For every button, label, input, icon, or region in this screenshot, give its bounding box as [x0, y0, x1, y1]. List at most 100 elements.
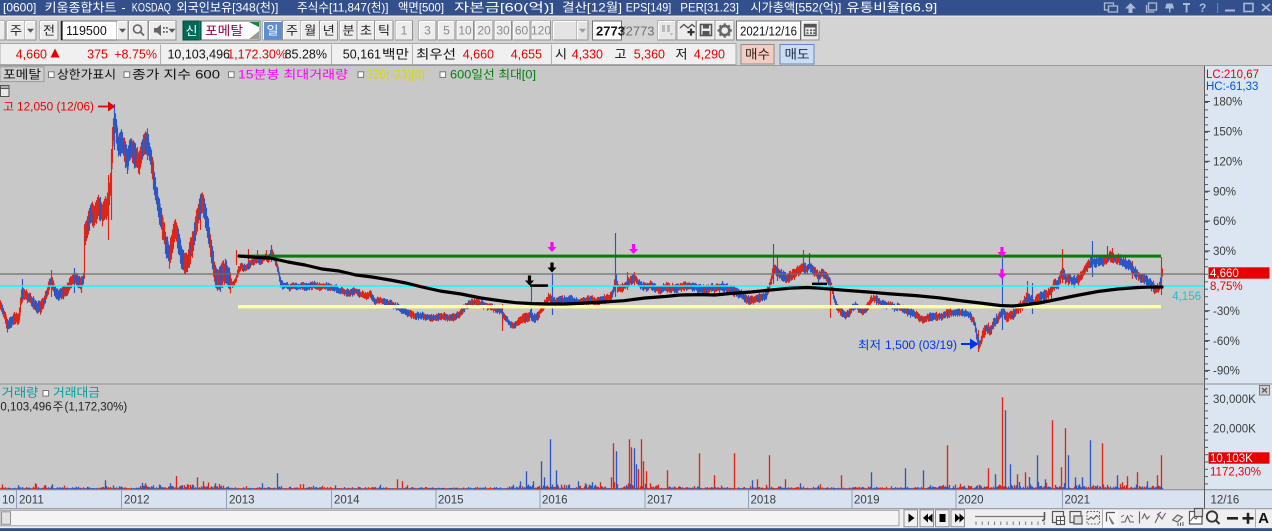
svg-text:5: 5	[443, 24, 450, 38]
svg-text:320(-23)[0]: 320(-23)[0]	[366, 67, 425, 81]
svg-text:매도: 매도	[785, 48, 810, 62]
svg-text:-60%: -60%	[1213, 336, 1240, 348]
svg-text:고: 고	[3, 102, 14, 114]
svg-text:KOSDAQ: KOSDAQ	[132, 1, 171, 15]
svg-text:10,103,496: 10,103,496	[0, 402, 52, 414]
svg-text:-: -	[122, 1, 126, 15]
svg-text:2016: 2016	[542, 495, 568, 507]
svg-text:상한가표시: 상한가표시	[57, 67, 116, 81]
svg-text:4,660: 4,660	[16, 48, 47, 62]
svg-text:거래량: 거래량	[2, 386, 39, 400]
svg-text:-90%: -90%	[1213, 366, 1240, 378]
svg-text:저: 저	[676, 48, 688, 62]
svg-text:3: 3	[424, 24, 431, 38]
svg-text:유통비율[66.9]: 유통비율[66.9]	[846, 1, 937, 15]
svg-text:매수: 매수	[745, 48, 770, 62]
svg-text:외국인보유[348(천)]: 외국인보유[348(천)]	[176, 0, 278, 15]
svg-text:600일선 최대[0]: 600일선 최대[0]	[450, 67, 536, 81]
svg-text:120: 120	[531, 24, 551, 38]
svg-text:4,655: 4,655	[511, 48, 542, 62]
svg-text:30,000K: 30,000K	[1213, 394, 1256, 406]
svg-text:신: 신	[186, 24, 198, 38]
svg-text:틱: 틱	[378, 24, 390, 38]
svg-text:자본금[60(억)]: 자본금[60(억)]	[454, 1, 554, 15]
svg-text:고: 고	[615, 48, 627, 62]
svg-text:2013: 2013	[229, 495, 255, 507]
svg-text:[0600]: [0600]	[3, 1, 36, 15]
svg-text:60: 60	[515, 24, 529, 38]
svg-text:12/16: 12/16	[1211, 495, 1240, 507]
svg-text:일: 일	[267, 24, 279, 38]
svg-text:4,330: 4,330	[572, 48, 603, 62]
svg-text:전: 전	[43, 24, 55, 38]
svg-text:/2773: /2773	[622, 24, 655, 39]
svg-text:20,000K: 20,000K	[1213, 424, 1256, 436]
svg-text:5,360: 5,360	[634, 48, 665, 62]
svg-text:2021/12/16: 2021/12/16	[740, 25, 797, 39]
svg-text:2017: 2017	[647, 495, 673, 507]
svg-text:4,290: 4,290	[694, 48, 725, 62]
svg-text:4,660: 4,660	[1210, 268, 1239, 280]
svg-text:20: 20	[477, 24, 491, 38]
svg-text:60%: 60%	[1213, 216, 1236, 228]
svg-text:2020: 2020	[958, 495, 984, 507]
svg-text:년: 년	[323, 24, 335, 38]
svg-text:월: 월	[304, 24, 316, 38]
svg-text:초: 초	[360, 24, 372, 38]
svg-text:150%: 150%	[1213, 127, 1242, 139]
svg-text:180%: 180%	[1213, 97, 1242, 109]
svg-text:1172,30%: 1172,30%	[1210, 467, 1261, 479]
svg-text:2012: 2012	[124, 495, 150, 507]
svg-text:주식수[11,847(천)]: 주식수[11,847(천)]	[297, 0, 389, 15]
svg-text:119500: 119500	[66, 24, 107, 38]
svg-text:거래대금: 거래대금	[53, 386, 100, 400]
svg-text:종가 지수 600: 종가 지수 600	[132, 67, 220, 81]
svg-text:액면[500]: 액면[500]	[398, 1, 444, 15]
svg-text:주: 주	[53, 402, 64, 414]
svg-text:12,050 (12/06): 12,050 (12/06)	[17, 102, 94, 114]
svg-text:30%: 30%	[1213, 246, 1236, 258]
svg-text:결산[12월]: 결산[12월]	[562, 1, 622, 15]
svg-text:2019: 2019	[854, 495, 880, 507]
svg-text:시가총액[552(억)]: 시가총액[552(억)]	[750, 1, 841, 15]
svg-text:10,103,496: 10,103,496	[167, 48, 230, 62]
svg-text:(1,172,30%): (1,172,30%)	[65, 402, 128, 414]
svg-text:15분봉 최대거래량: 15분봉 최대거래량	[238, 67, 348, 81]
svg-text:최우선: 최우선	[416, 48, 456, 62]
svg-text:2018: 2018	[751, 495, 777, 507]
svg-text:2021: 2021	[1065, 495, 1091, 507]
svg-text:2014: 2014	[334, 495, 360, 507]
svg-text:HC:-61,33: HC:-61,33	[1206, 81, 1258, 93]
svg-text:+8.75%: +8.75%	[114, 48, 157, 62]
svg-text:10,103K: 10,103K	[1210, 453, 1253, 465]
svg-text:50,161: 50,161	[343, 48, 381, 62]
svg-text:4,156: 4,156	[1172, 291, 1201, 303]
svg-text:1,172.30%: 1,172.30%	[227, 48, 287, 62]
svg-text:375: 375	[87, 48, 108, 62]
svg-text:1: 1	[401, 24, 408, 38]
svg-text:85.28%: 85.28%	[285, 48, 327, 62]
svg-text:4,660: 4,660	[463, 48, 494, 62]
svg-text:포메탈: 포메탈	[205, 24, 244, 38]
svg-text:PER[31.23]: PER[31.23]	[680, 1, 739, 15]
svg-text:백만: 백만	[382, 48, 410, 62]
svg-text:30: 30	[496, 24, 510, 38]
svg-text:최저: 최저	[858, 339, 881, 352]
svg-text:주: 주	[10, 24, 22, 38]
svg-text:1,500 (03/19): 1,500 (03/19)	[885, 340, 957, 352]
svg-text:포메탈: 포메탈	[3, 67, 41, 81]
svg-text:2015: 2015	[438, 495, 464, 507]
svg-text:2011: 2011	[19, 495, 44, 507]
svg-text:120%: 120%	[1213, 156, 1242, 168]
svg-text:8,75%: 8,75%	[1210, 281, 1243, 293]
svg-text:시: 시	[555, 48, 567, 62]
svg-text:분: 분	[343, 24, 355, 38]
svg-text:2773: 2773	[596, 24, 625, 39]
svg-text:주: 주	[286, 24, 298, 38]
svg-text:LC:210,67: LC:210,67	[1206, 69, 1259, 81]
svg-text:90%: 90%	[1213, 186, 1236, 198]
svg-text:-30%: -30%	[1213, 306, 1240, 318]
svg-text:10: 10	[458, 24, 472, 38]
svg-text:키움종합차트: 키움종합차트	[45, 1, 117, 15]
svg-text:?: ?	[1199, 1, 1206, 15]
